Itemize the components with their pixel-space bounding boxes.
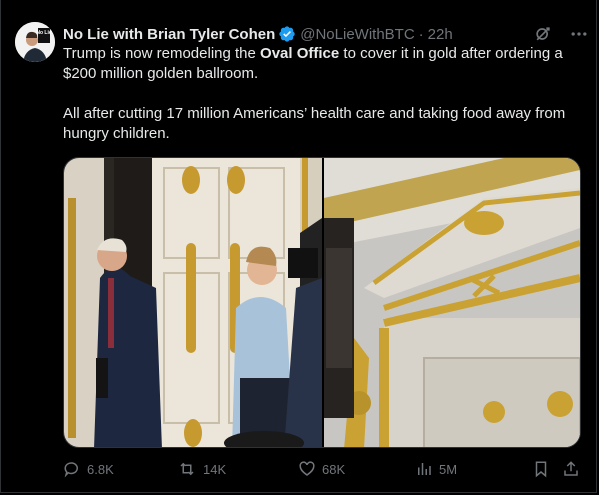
tweet-media[interactable] xyxy=(63,157,581,448)
tweet-header: No Lie with Brian Tyler Cohen @NoLieWith… xyxy=(63,24,589,44)
separator-dot: · xyxy=(418,25,424,43)
tweet-text: Trump is now remodeling the Oval Office … xyxy=(63,44,583,144)
action-bar: 6.8K 14K 68K 5M xyxy=(63,460,583,482)
repost-button[interactable]: 14K xyxy=(177,460,226,478)
reply-count: 6.8K xyxy=(87,461,114,477)
bookmark-button[interactable] xyxy=(532,460,556,478)
like-icon xyxy=(299,461,315,476)
author-name[interactable]: No Lie with Brian Tyler Cohen xyxy=(63,26,275,43)
bookmark-icon xyxy=(535,461,547,478)
like-count: 68K xyxy=(322,461,346,477)
view-count: 5M xyxy=(439,461,458,477)
views-icon xyxy=(418,463,431,475)
repost-icon xyxy=(180,462,194,476)
tweet-paragraph-1: Trump is now remodeling the Oval Office … xyxy=(63,45,563,82)
highlight-oval-office: Oval Office xyxy=(260,45,340,62)
like-button[interactable]: 68K xyxy=(298,460,345,478)
verified-badge-icon xyxy=(278,25,296,43)
repost-count: 14K xyxy=(203,461,227,477)
photo-doorway[interactable] xyxy=(64,158,322,447)
photo-gold-molding[interactable] xyxy=(324,158,580,447)
share-icon xyxy=(564,461,578,476)
tweet-paragraph-2: All after cutting 17 million Americans’ … xyxy=(63,105,566,142)
reply-icon xyxy=(64,462,78,478)
avatar-logo-text: No Lie xyxy=(36,30,51,36)
views-button[interactable]: 5M xyxy=(415,460,457,478)
share-button[interactable] xyxy=(562,460,586,478)
timestamp[interactable]: 22h xyxy=(428,26,453,43)
reply-button[interactable]: 6.8K xyxy=(63,460,114,478)
avatar[interactable]: No Lie xyxy=(15,22,55,62)
author-handle[interactable]: @NoLieWithBTC xyxy=(300,26,414,43)
